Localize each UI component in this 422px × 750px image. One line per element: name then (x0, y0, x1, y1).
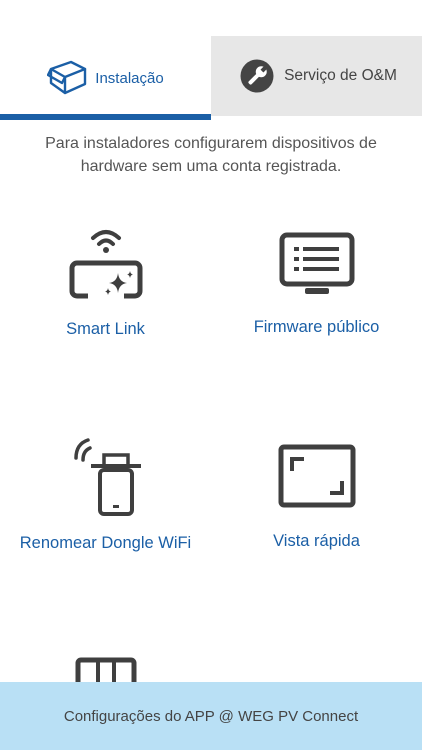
installer-description: Para instaladores configurarem dispositi… (45, 135, 377, 175)
tab-installation-label: Instalação (95, 69, 164, 87)
quick-view-label: Vista rápida (273, 532, 360, 550)
smart-link-icon (69, 230, 142, 302)
tab-om-service[interactable]: Serviço de O&M (211, 36, 422, 116)
smart-link-button[interactable]: Smart Link (0, 226, 211, 339)
rename-wifi-dongle-label: Renomear Dongle WiFi (19, 534, 192, 552)
app-settings-footer[interactable]: Configurações do APP @ WEG PV Connect (0, 682, 422, 750)
quick-view-frame-icon (278, 444, 355, 508)
wifi-dongle-icon (73, 438, 141, 516)
tab-bar: Instalação Serviço de O&M (0, 36, 422, 120)
monitor-list-icon (279, 232, 354, 294)
smart-link-label: Smart Link (66, 320, 145, 338)
public-firmware-label: Firmware público (253, 318, 380, 336)
tab-installation[interactable]: Instalação (0, 36, 211, 120)
panel-icon (75, 657, 136, 682)
active-tab-indicator (0, 114, 211, 120)
grid-item-partial[interactable] (0, 656, 211, 682)
box-icon (47, 57, 89, 99)
public-firmware-button[interactable]: Firmware público (211, 232, 422, 337)
quick-view-button[interactable]: Vista rápida (211, 444, 422, 551)
wrench-icon (236, 55, 278, 97)
app-screen: Instalação Serviço de O&M Para instalado… (0, 0, 422, 750)
tab-om-service-label: Serviço de O&M (284, 67, 397, 84)
app-settings-label: Configurações do APP @ WEG PV Connect (63, 707, 359, 725)
rename-wifi-dongle-button[interactable]: Renomear Dongle WiFi (0, 436, 211, 553)
